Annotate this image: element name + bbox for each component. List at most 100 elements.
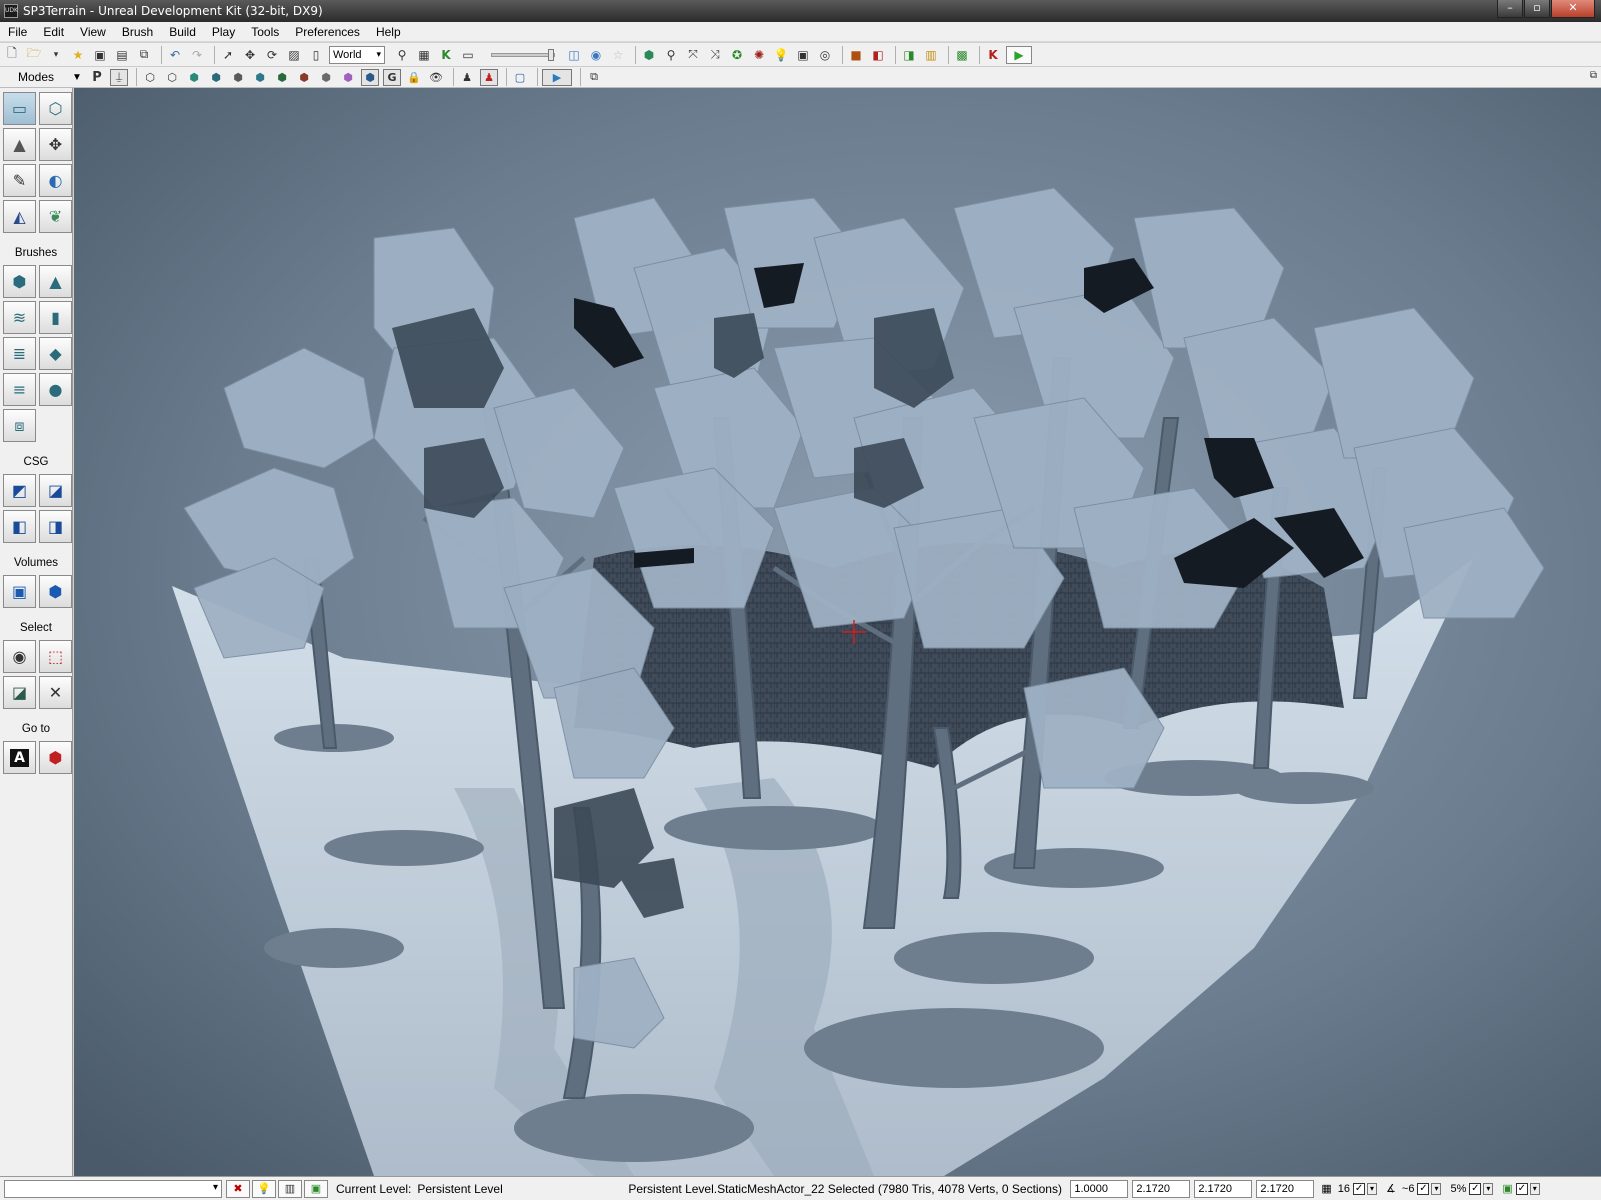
screenshot-icon[interactable]: ▣ <box>794 46 812 64</box>
build-paths-icon[interactable]: ⤧ <box>684 46 702 64</box>
slider-thumb[interactable] <box>548 48 554 61</box>
cube-brush-button[interactable]: ⬢ <box>3 265 36 298</box>
foliage-button[interactable]: ❦ <box>39 200 72 233</box>
goto-builder-brush-button[interactable]: ⬢ <box>39 741 72 774</box>
scale-mode-icon[interactable]: ▨ <box>285 46 303 64</box>
landscape-button[interactable]: ◭ <box>3 200 36 233</box>
modes-dropdown-icon[interactable]: ▼ <box>72 72 88 83</box>
close-button[interactable]: ✕ <box>1551 0 1595 18</box>
volumetric-brush-button[interactable]: ⧈ <box>3 409 36 442</box>
cylinder-brush-button[interactable]: ▮ <box>39 301 72 334</box>
add-volume-button[interactable]: ▣ <box>3 575 36 608</box>
redo-icon[interactable]: ↷ <box>188 46 206 64</box>
terrain-mode-button[interactable]: ▲ <box>3 128 36 161</box>
realtime-icon[interactable]: ⍊ <box>110 68 128 86</box>
menu-view[interactable]: View <box>72 25 114 39</box>
maximize-button[interactable]: ▫ <box>1524 0 1550 18</box>
geometry-mode-button[interactable]: ⬡ <box>39 92 72 125</box>
save-all-icon[interactable]: ▤ <box>113 46 131 64</box>
console-icon[interactable]: ▩ <box>953 46 971 64</box>
mesh-paint-button[interactable]: ✎ <box>3 164 36 197</box>
lighting-slider[interactable] <box>491 48 555 61</box>
csg-subtract-button[interactable]: ◪ <box>39 474 72 507</box>
translate-mode-icon[interactable]: ✥ <box>241 46 259 64</box>
autosave-dropdown[interactable]: ▾ <box>1529 1182 1540 1195</box>
scale-snap-value[interactable]: 5% <box>1450 1183 1466 1195</box>
realtime-preview-icon[interactable]: ▶ <box>542 68 572 86</box>
light-toggle-icon[interactable]: 💡 <box>252 1179 276 1198</box>
detail-lighting-icon[interactable]: ⬢ <box>229 69 247 86</box>
undo-icon[interactable]: ↶ <box>166 46 184 64</box>
rotation-snap-value[interactable]: ~6 <box>1402 1183 1415 1195</box>
invert-selection-button[interactable]: ◪ <box>3 676 36 709</box>
brush-wireframe-icon[interactable]: ⬡ <box>141 69 159 86</box>
command-input[interactable] <box>4 1179 222 1198</box>
sheet-brush-button[interactable]: ◆ <box>39 337 72 370</box>
scale-z-field[interactable]: 2.1720 <box>1256 1179 1315 1198</box>
lightmap-density-icon[interactable]: ⬢ <box>339 69 357 86</box>
menu-build[interactable]: Build <box>161 25 204 39</box>
matinee-icon[interactable]: ▭ <box>459 46 477 64</box>
autosave-checkbox[interactable]: ✓ <box>1515 1182 1528 1195</box>
sphere-brush-button[interactable]: ● <box>39 373 72 406</box>
scale-snap-checkbox[interactable]: ✓ <box>1469 1182 1482 1195</box>
texture-align-button[interactable]: ✥ <box>39 128 72 161</box>
spiral-stair-button[interactable]: ≡ <box>3 373 36 406</box>
rotation-snap-dropdown[interactable]: ▾ <box>1431 1182 1442 1195</box>
goto-actor-button[interactable]: A <box>3 741 36 774</box>
grid-size-value[interactable]: 16 <box>1338 1183 1350 1195</box>
light-icon[interactable]: 💡 <box>772 46 790 64</box>
build-cover-icon[interactable]: ⤨ <box>706 46 724 64</box>
build-lighting-icon[interactable]: ⚲ <box>662 46 680 64</box>
scale-snap-dropdown[interactable]: ▾ <box>1483 1182 1494 1195</box>
lit-icon[interactable]: ⬢ <box>207 69 225 86</box>
wireframe-icon[interactable]: ⬡ <box>163 69 181 86</box>
csg-intersect-button[interactable]: ◧ <box>3 510 36 543</box>
csg-add-button[interactable]: ◩ <box>3 474 36 507</box>
menu-tools[interactable]: Tools <box>243 25 287 39</box>
eye-icon[interactable]: 👁 <box>427 69 445 86</box>
menu-brush[interactable]: Brush <box>114 25 161 39</box>
actor-lock-icon[interactable]: ♟ <box>480 68 498 86</box>
maximize-viewport-icon[interactable]: ⧉ <box>585 69 603 86</box>
lighting-quality-icon[interactable]: ✺ <box>750 46 768 64</box>
save-as-icon[interactable]: ⧉ <box>135 46 153 64</box>
grid-snap-checkbox[interactable]: ✓ <box>1353 1182 1366 1195</box>
grid-size-dropdown[interactable]: ▾ <box>1367 1182 1378 1195</box>
save-icon[interactable]: ▣ <box>91 46 109 64</box>
lighting-only-icon[interactable]: ⬢ <box>251 69 269 86</box>
viewport-frame-icon[interactable]: ▢ <box>511 69 529 86</box>
package-icon[interactable]: ▥ <box>922 46 940 64</box>
actor-icon[interactable]: ♟ <box>458 69 476 86</box>
scale-x-field[interactable]: 2.1720 <box>1132 1179 1191 1198</box>
kismet-icon[interactable]: K <box>437 46 455 64</box>
build-geometry-icon[interactable]: ⬢ <box>640 46 658 64</box>
unlit-icon[interactable]: ⬢ <box>185 69 203 86</box>
camera-mode-button[interactable]: ▭ <box>3 92 36 125</box>
volume-type-button[interactable]: ⬢ <box>39 575 72 608</box>
light-complexity-icon[interactable]: ⬢ <box>273 69 291 86</box>
menu-help[interactable]: Help <box>368 25 409 39</box>
toggle-volumes-icon[interactable]: ◉ <box>587 46 605 64</box>
current-level-value[interactable]: Persistent Level <box>417 1182 622 1196</box>
curved-stair-button[interactable]: ≋ <box>3 301 36 334</box>
kismet-play-icon[interactable]: K <box>984 46 1002 64</box>
shader-complexity-icon[interactable]: ⬢ <box>317 69 335 86</box>
new-file-icon[interactable]: 🗋 <box>3 46 21 64</box>
content-browser-icon[interactable]: ▦ <box>415 46 433 64</box>
binoculars-icon[interactable]: ⚲ <box>393 46 411 64</box>
toggle-star-icon[interactable]: ☆ <box>609 46 627 64</box>
deselect-button[interactable]: ✕ <box>39 676 72 709</box>
menu-play[interactable]: Play <box>204 25 243 39</box>
show-selected-button[interactable]: ◉ <box>3 640 36 673</box>
cone-brush-button[interactable]: ▲ <box>39 265 72 298</box>
open-file-icon[interactable]: 🗁 <box>25 46 43 64</box>
material-icon[interactable]: ■ <box>847 46 865 64</box>
perspective-viewport[interactable] <box>74 88 1601 1176</box>
select-mode-icon[interactable]: ➚ <box>219 46 237 64</box>
linear-stair-button[interactable]: ≣ <box>3 337 36 370</box>
lit-mode-active-icon[interactable]: ⬢ <box>361 68 379 86</box>
nonuniform-scale-icon[interactable]: ▯ <box>307 46 325 64</box>
rotate-mode-icon[interactable]: ⟳ <box>263 46 281 64</box>
cook-icon[interactable]: ◧ <box>869 46 887 64</box>
